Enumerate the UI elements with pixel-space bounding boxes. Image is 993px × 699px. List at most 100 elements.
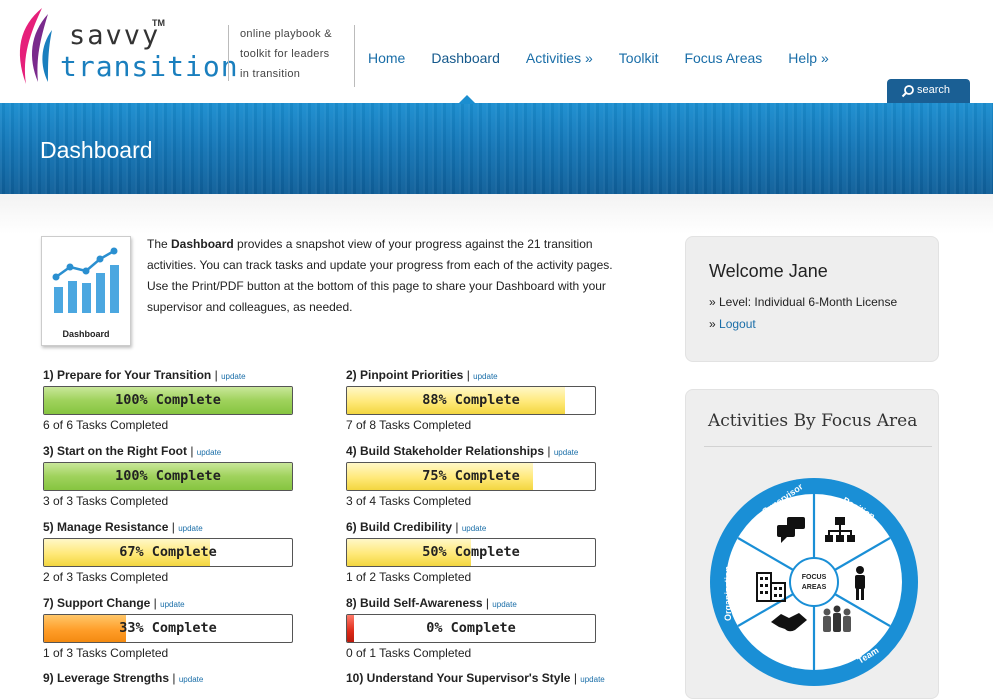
update-link[interactable]: update: [462, 524, 486, 533]
activity-card: 4) Build Stakeholder Relationships | upd…: [346, 444, 601, 508]
title-separator: |: [452, 520, 462, 534]
nav-dashboard[interactable]: Dashboard: [431, 50, 500, 66]
search-button[interactable]: search: [887, 79, 970, 103]
update-link[interactable]: update: [473, 372, 497, 381]
logo-word-transition: transition: [60, 50, 239, 83]
intro-lead: The: [147, 237, 172, 251]
progress-bar: 100% Complete: [43, 462, 293, 491]
update-link[interactable]: update: [221, 372, 245, 381]
activity-title-row: 3) Start on the Right Foot | update: [43, 444, 298, 462]
title-separator: |: [211, 368, 222, 382]
update-link[interactable]: update: [179, 675, 203, 684]
progress-label: 0% Complete: [426, 620, 516, 636]
activity-card: 6) Build Credibility | update 50% Complet…: [346, 520, 601, 584]
activity-title: 3) Start on the Right Foot: [43, 444, 187, 458]
tasks-completed: 3 of 3 Tasks Completed: [43, 494, 169, 508]
team-icon: [823, 605, 851, 632]
page-title: Dashboard: [40, 137, 153, 163]
license-level: » Level: Individual 6-Month License: [709, 295, 898, 309]
activity-title-row: 8) Build Self-Awareness | update: [346, 596, 601, 614]
focus-panel-title: Activities By Focus Area: [708, 411, 918, 431]
title-separator: |: [169, 671, 179, 685]
progress-label: 88% Complete: [422, 392, 520, 408]
activity-title-row: 1) Prepare for Your Transition | update: [43, 368, 298, 386]
wheel-center-line-1: FOCUS: [802, 574, 827, 581]
tasks-completed: 1 of 3 Tasks Completed: [43, 646, 169, 660]
update-link[interactable]: update: [197, 448, 221, 457]
progress-bar: 100% Complete: [43, 386, 293, 415]
logout-prefix: »: [709, 317, 720, 331]
activity-title: 9) Leverage Strengths: [43, 671, 170, 685]
progress-bar: 0% Complete: [346, 614, 596, 643]
title-separator: |: [482, 596, 493, 610]
logout-row: » Logout: [709, 317, 756, 331]
activity-title: 8) Build Self-Awareness: [346, 596, 483, 610]
title-separator: |: [186, 444, 197, 458]
main-nav: Home Dashboard Activities » Toolkit Focu…: [368, 50, 855, 66]
tasks-completed: 2 of 3 Tasks Completed: [43, 570, 169, 584]
activity-title-row: 7) Support Change | update: [43, 596, 298, 614]
focus-area-wheel[interactable]: FOCUS AREAS Supervisor Position Self Tea…: [709, 477, 919, 687]
activity-title-row: 10) Understand Your Supervisor's Style |…: [346, 671, 605, 689]
focus-area-panel: Activities By Focus Area FOCUS AREAS Sup…: [685, 389, 939, 699]
chart-growth-icon: [52, 247, 119, 313]
tagline: online playbook & toolkit for leaders in…: [240, 24, 350, 84]
activity-card: 5) Manage Resistance | update 67% Complet…: [43, 520, 298, 584]
progress-label: 100% Complete: [115, 392, 221, 408]
update-link[interactable]: update: [178, 524, 202, 533]
progress-bar: 67% Complete: [43, 538, 293, 567]
tasks-completed: 3 of 4 Tasks Completed: [346, 494, 472, 508]
tasks-completed: 7 of 8 Tasks Completed: [346, 418, 472, 432]
update-link[interactable]: update: [554, 448, 578, 457]
tagline-line: toolkit for leaders: [240, 48, 330, 60]
logo-trademark: TM: [152, 18, 165, 28]
nav-toolkit[interactable]: Toolkit: [619, 50, 659, 66]
activity-title: 5) Manage Resistance: [43, 520, 169, 534]
activity-card: 8) Build Self-Awareness | update 0% Compl…: [346, 596, 601, 660]
update-link[interactable]: update: [492, 600, 516, 609]
wheel-center-line-2: AREAS: [802, 584, 827, 591]
activity-title-row: 4) Build Stakeholder Relationships | upd…: [346, 444, 601, 462]
nav-focus-areas[interactable]: Focus Areas: [684, 50, 762, 66]
activity-card: 2) Pinpoint Priorities | update 88% Compl…: [346, 368, 601, 432]
activity-title: 1) Prepare for Your Transition: [43, 368, 212, 382]
nav-help[interactable]: Help »: [788, 50, 828, 66]
search-label: search: [917, 84, 951, 96]
activity-title-row: 5) Manage Resistance | update: [43, 520, 298, 538]
activity-title-row: 6) Build Credibility | update: [346, 520, 601, 538]
tasks-completed: 1 of 2 Tasks Completed: [346, 570, 472, 584]
logout-link[interactable]: Logout: [719, 317, 756, 331]
progress-bar: 33% Complete: [43, 614, 293, 643]
activity-title: 4) Build Stakeholder Relationships: [346, 444, 545, 458]
activity-title: 7) Support Change: [43, 596, 151, 610]
update-link[interactable]: update: [160, 600, 184, 609]
dashboard-thumbnail: Dashboard: [41, 236, 131, 346]
activity-card: 3) Start on the Right Foot | update 100% …: [43, 444, 298, 508]
nav-home[interactable]: Home: [368, 50, 405, 66]
activity-card: 7) Support Change | update 33% Complete 1 …: [43, 596, 298, 660]
intro-bold: Dashboard: [171, 237, 234, 251]
activity-card: 1) Prepare for Your Transition | update 1…: [43, 368, 298, 432]
progress-label: 50% Complete: [422, 544, 520, 560]
activity-title-row: 2) Pinpoint Priorities | update: [346, 368, 601, 386]
activity-card: 10) Understand Your Supervisor's Style |…: [346, 671, 605, 689]
title-separator: |: [150, 596, 161, 610]
progress-bar: 75% Complete: [346, 462, 596, 491]
update-link[interactable]: update: [580, 675, 604, 684]
title-separator: |: [168, 520, 179, 534]
tagline-divider: [228, 25, 229, 81]
savvy-transition-logo[interactable]: savvy TM transition: [12, 6, 238, 88]
thumbnail-label: Dashboard: [62, 329, 110, 339]
welcome-title: Welcome Jane: [709, 261, 828, 281]
intro-text: The Dashboard provides a snapshot view o…: [147, 234, 627, 318]
activity-title: 2) Pinpoint Priorities: [346, 368, 464, 382]
focus-divider: [704, 446, 932, 447]
logo-word-savvy: savvy: [69, 20, 161, 51]
progress-bar: 88% Complete: [346, 386, 596, 415]
progress-label: 33% Complete: [119, 620, 217, 636]
nav-activities[interactable]: Activities »: [526, 50, 593, 66]
activity-title: 10) Understand Your Supervisor's Style: [346, 671, 571, 685]
segment-organization[interactable]: Organization: [723, 566, 733, 621]
page-banner: Dashboard: [0, 103, 993, 194]
tagline-line: online playbook &: [240, 28, 332, 40]
